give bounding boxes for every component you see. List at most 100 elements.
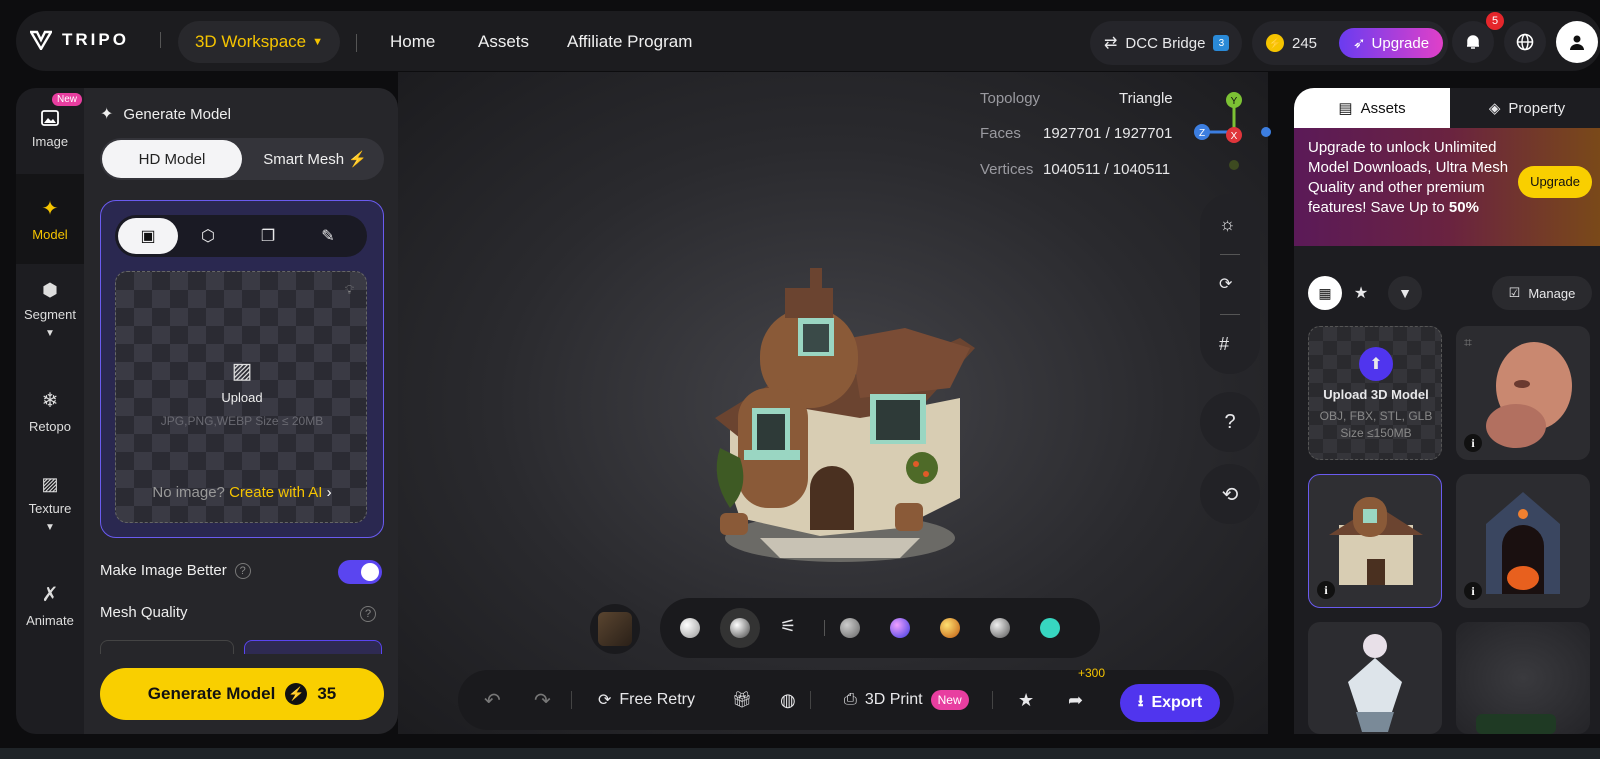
- texture-icon: ▨: [41, 474, 59, 494]
- sparkle-icon: ✦: [100, 106, 114, 123]
- promo-upgrade-button[interactable]: Upgrade: [1518, 166, 1592, 198]
- gift-icon[interactable]: 🎁︎: [732, 690, 752, 710]
- shaded-sphere-icon[interactable]: [730, 618, 750, 638]
- manage-label: Manage: [1528, 285, 1576, 301]
- asset-card[interactable]: [1456, 622, 1590, 734]
- tab-assets[interactable]: ▤ Assets: [1294, 88, 1450, 128]
- help-button[interactable]: ?: [1200, 392, 1260, 452]
- sidebar-item-segment[interactable]: ⬢ Segment ▼: [16, 280, 84, 339]
- info-icon[interactable]: i: [1317, 581, 1335, 599]
- nav-home[interactable]: Home: [390, 32, 435, 52]
- funnel-icon: ▼: [1398, 285, 1412, 301]
- material-swatch[interactable]: [840, 618, 860, 638]
- mesh-quality-row: Mesh Quality: [100, 604, 188, 621]
- sidebar-item-image[interactable]: Image: [16, 108, 84, 149]
- image-drop-zone[interactable]: 💡︎ ▨ Upload JPG,PNG,WEBP Size ≤ 20MB No …: [115, 271, 367, 523]
- tab-single-image[interactable]: ▣: [118, 218, 178, 254]
- planet-icon[interactable]: ◍: [780, 690, 796, 711]
- nav-affiliate[interactable]: Affiliate Program: [567, 32, 692, 52]
- sidebar-item-retopo[interactable]: ❄ Retopo: [16, 388, 84, 434]
- input-thumbnail[interactable]: [590, 604, 640, 654]
- grid-view-button[interactable]: ▦: [1308, 276, 1342, 310]
- tab-hd-model[interactable]: HD Model: [102, 140, 242, 178]
- promo-percent: 50%: [1448, 199, 1479, 216]
- axis-y-label: Y: [1231, 96, 1238, 107]
- tab-property[interactable]: ◈ Property: [1450, 88, 1600, 128]
- make-better-label: Make Image Better: [100, 562, 227, 579]
- star-icon[interactable]: ★: [1018, 690, 1034, 711]
- star-icon: ★: [1353, 285, 1369, 302]
- account-button[interactable]: [1556, 21, 1598, 63]
- info-icon[interactable]: i: [1464, 434, 1482, 452]
- sparkle-icon: ✦: [41, 198, 59, 220]
- upload-3d-model-card[interactable]: ⬆ Upload 3D Model OBJ, FBX, STL, GLB Siz…: [1308, 326, 1442, 460]
- tab-multi-image[interactable]: ❐: [238, 218, 298, 254]
- tab-3d-cube[interactable]: ⬡: [178, 218, 238, 254]
- light-icon[interactable]: ☼: [1219, 214, 1236, 235]
- workspace-label: 3D Workspace: [194, 32, 307, 51]
- help-icon[interactable]: ?: [360, 606, 376, 622]
- filter-button[interactable]: ▼: [1388, 276, 1422, 310]
- asset-card[interactable]: [1308, 622, 1442, 734]
- mesh-quality-option[interactable]: [100, 640, 234, 654]
- lightbulb-icon[interactable]: 💡︎: [345, 282, 354, 298]
- axis-gizmo[interactable]: Y Z X: [1188, 88, 1278, 178]
- mesh-quality-label: Mesh Quality: [100, 604, 188, 621]
- material-swatch[interactable]: [890, 618, 910, 638]
- redo-icon[interactable]: ↷: [534, 688, 551, 713]
- manage-button[interactable]: ☑ Manage: [1492, 276, 1592, 310]
- new-badge: New: [930, 690, 969, 710]
- free-retry-button[interactable]: ⟳ Free Retry: [598, 690, 695, 710]
- sidebar-item-texture[interactable]: ▨ Texture ▼: [16, 474, 84, 533]
- dcc-bridge-button[interactable]: ⇄ DCC Bridge 3: [1090, 21, 1242, 65]
- sidebar-item-model[interactable]: ✦ Model: [16, 174, 84, 264]
- upload-hint: JPG,PNG,WEBP Size ≤ 20MB: [160, 414, 324, 428]
- asset-card-selected[interactable]: i: [1308, 474, 1442, 608]
- white-sphere-icon[interactable]: [680, 618, 700, 638]
- nav-assets[interactable]: Assets: [478, 32, 529, 52]
- sidebar-item-label: Retopo: [29, 419, 71, 434]
- logo-text: TRIPO: [62, 30, 129, 49]
- workspace-dropdown[interactable]: 3D Workspace ▼: [178, 21, 340, 63]
- faces-label: Faces: [980, 125, 1021, 142]
- create-with-ai-link[interactable]: Create with AI: [229, 484, 322, 501]
- camera-reset-icon[interactable]: ⟳: [1219, 274, 1232, 294]
- sliders-icon[interactable]: ⚟: [780, 616, 796, 637]
- swap-icon: ⇄: [1104, 35, 1118, 52]
- favorites-filter-button[interactable]: ★: [1344, 276, 1378, 310]
- grid-icon[interactable]: #: [1219, 334, 1229, 355]
- material-swatch[interactable]: [990, 618, 1010, 638]
- help-icon[interactable]: ?: [234, 562, 251, 579]
- info-icon[interactable]: i: [1464, 582, 1482, 600]
- tab-label: Smart Mesh: [263, 150, 345, 168]
- undo-icon[interactable]: ↶: [484, 688, 501, 713]
- 3d-model-house[interactable]: [700, 268, 990, 578]
- share-icon[interactable]: ➦: [1068, 690, 1083, 711]
- notification-badge: 5: [1486, 12, 1504, 30]
- sidebar-item-animate[interactable]: ✗ Animate: [16, 582, 84, 628]
- chevron-right-icon: ›: [326, 484, 332, 501]
- lightning-coin-icon: ⚡: [285, 683, 308, 705]
- tab-draw[interactable]: ✎: [298, 218, 358, 254]
- history-button[interactable]: ⟲: [1200, 464, 1260, 524]
- language-button[interactable]: [1504, 21, 1546, 63]
- tripo-logo-icon: [30, 30, 52, 50]
- upload-box: ▣ ⬡ ❐ ✎ 💡︎ ▨ Upload JPG,PNG,WEBP Size ≤ …: [100, 200, 384, 538]
- credit-count: 245: [1292, 34, 1318, 52]
- 3d-print-button[interactable]: ⎙ 3D Print New: [844, 690, 969, 710]
- make-better-toggle[interactable]: [338, 560, 382, 584]
- generate-model-button[interactable]: Generate Model ⚡ 35: [100, 668, 384, 720]
- mesh-quality-option-selected[interactable]: [244, 640, 382, 654]
- caret-down-icon: ▼: [45, 328, 55, 339]
- upgrade-button[interactable]: ➶ Upgrade: [1339, 28, 1444, 58]
- upgrade-label: Upgrade: [1371, 34, 1430, 52]
- logo[interactable]: TRIPO: [30, 30, 129, 50]
- tab-smart-mesh[interactable]: Smart Mesh ⚡: [250, 140, 380, 178]
- asset-card[interactable]: i: [1456, 474, 1590, 608]
- os-taskbar: [0, 748, 1600, 759]
- export-button[interactable]: ⭳ Export: [1120, 684, 1220, 722]
- material-swatch[interactable]: [1040, 618, 1060, 638]
- material-swatch[interactable]: [940, 618, 960, 638]
- topology-value: Triangle: [1119, 90, 1173, 107]
- asset-card[interactable]: ⌗ i: [1456, 326, 1590, 460]
